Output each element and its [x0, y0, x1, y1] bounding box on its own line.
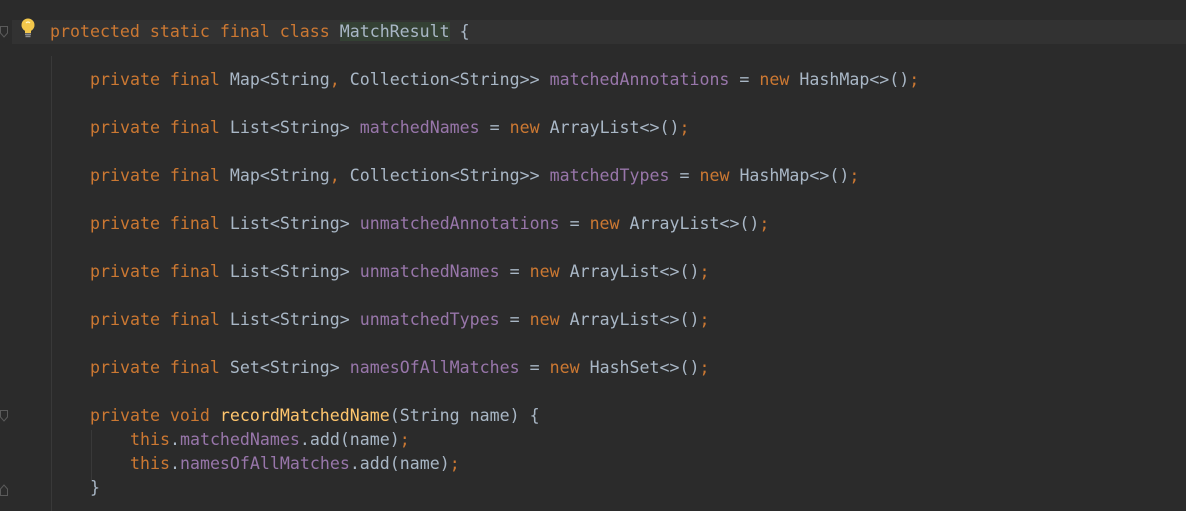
field-name: matchedAnnotations — [549, 70, 730, 89]
field-assign: = — [499, 310, 530, 329]
field-type-comma: , — [329, 70, 340, 89]
field-modifiers: private final — [90, 358, 220, 377]
field-type: List<String> — [229, 310, 350, 329]
field-assign: = — [559, 214, 590, 233]
field-type: Map<String — [229, 70, 330, 89]
indent-guide — [51, 56, 52, 511]
indent-guide — [91, 430, 92, 480]
field-name: unmatchedAnnotations — [359, 214, 560, 233]
editor-gutter — [0, 0, 12, 511]
semicolon: ; — [909, 70, 920, 89]
field-name: unmatchedNames — [359, 262, 500, 281]
field-reference: matchedNames — [179, 430, 300, 449]
field-name: matchedTypes — [549, 166, 670, 185]
field-assign: = — [669, 166, 700, 185]
new-keyword: new — [759, 70, 790, 89]
field-constructor: HashMap<>() — [729, 166, 850, 185]
field-type: List<String> — [229, 118, 350, 137]
method-call: .add(name) — [349, 454, 450, 473]
field-line[interactable]: private final List<String> unmatchedType… — [90, 308, 709, 332]
field-type: Set<String> — [229, 358, 340, 377]
this-keyword: this — [130, 454, 170, 473]
field-name: namesOfAllMatches — [349, 358, 520, 377]
field-constructor: ArrayList<>() — [559, 310, 700, 329]
field-modifiers: private final — [90, 214, 220, 233]
field-line[interactable]: private final List<String> unmatchedName… — [90, 260, 709, 284]
lightbulb-icon[interactable] — [18, 17, 38, 39]
field-modifiers: private final — [90, 262, 220, 281]
method-body-line[interactable]: this.namesOfAllMatches.add(name); — [130, 452, 460, 476]
field-line[interactable]: private final Map<String, Collection<Str… — [90, 164, 859, 188]
new-keyword: new — [699, 166, 730, 185]
field-assign: = — [479, 118, 510, 137]
field-constructor: ArrayList<>() — [559, 262, 700, 281]
field-assign: = — [519, 358, 550, 377]
class-modifiers: protected static final class — [50, 22, 330, 41]
field-type-comma: , — [329, 166, 340, 185]
field-constructor: HashSet<>() — [579, 358, 700, 377]
field-modifiers: private final — [90, 166, 220, 185]
semicolon: ; — [759, 214, 770, 233]
method-close-line[interactable]: } — [90, 476, 100, 500]
semicolon: ; — [399, 430, 410, 449]
dot: . — [169, 454, 180, 473]
field-constructor: ArrayList<>() — [539, 118, 680, 137]
field-name: unmatchedTypes — [359, 310, 500, 329]
field-modifiers: private final — [90, 70, 220, 89]
field-type-rest: Collection<String>> — [339, 70, 540, 89]
field-line[interactable]: private final Set<String> namesOfAllMatc… — [90, 356, 709, 380]
fold-marker-icon[interactable] — [0, 410, 8, 422]
semicolon: ; — [679, 118, 690, 137]
semicolon: ; — [449, 454, 460, 473]
new-keyword: new — [589, 214, 620, 233]
field-type-rest: Collection<String>> — [339, 166, 540, 185]
method-body-line[interactable]: this.matchedNames.add(name); — [130, 428, 410, 452]
method-modifiers: private void — [90, 406, 210, 425]
semicolon: ; — [699, 310, 710, 329]
field-line[interactable]: private final List<String> unmatchedAnno… — [90, 212, 769, 236]
field-type: List<String> — [229, 214, 350, 233]
dot: . — [169, 430, 180, 449]
field-modifiers: private final — [90, 310, 220, 329]
class-declaration-line[interactable]: protected static final class MatchResult… — [50, 20, 470, 44]
method-declaration-line[interactable]: private void recordMatchedName(String na… — [90, 404, 540, 428]
this-keyword: this — [130, 430, 170, 449]
field-line[interactable]: private final List<String> matchedNames … — [90, 116, 690, 140]
semicolon: ; — [699, 262, 710, 281]
field-constructor: HashMap<>() — [789, 70, 910, 89]
field-type: List<String> — [229, 262, 350, 281]
new-keyword: new — [529, 262, 560, 281]
class-name: MatchResult — [339, 22, 450, 41]
fold-marker-icon[interactable] — [0, 484, 8, 496]
close-brace: } — [90, 478, 100, 497]
field-modifiers: private final — [90, 118, 220, 137]
field-assign: = — [729, 70, 760, 89]
field-name: matchedNames — [359, 118, 480, 137]
field-type: Map<String — [229, 166, 330, 185]
method-call: .add(name) — [299, 430, 400, 449]
new-keyword: new — [509, 118, 540, 137]
method-params: (String name) { — [389, 406, 540, 425]
new-keyword: new — [529, 310, 560, 329]
new-keyword: new — [549, 358, 580, 377]
field-line[interactable]: private final Map<String, Collection<Str… — [90, 68, 919, 92]
field-constructor: ArrayList<>() — [619, 214, 760, 233]
class-open-brace: { — [449, 22, 470, 41]
semicolon: ; — [849, 166, 860, 185]
fold-marker-icon[interactable] — [0, 26, 8, 38]
field-reference: namesOfAllMatches — [179, 454, 350, 473]
field-assign: = — [499, 262, 530, 281]
code-editor[interactable]: protected static final class MatchResult… — [0, 0, 1186, 511]
semicolon: ; — [699, 358, 710, 377]
method-name: recordMatchedName — [219, 406, 390, 425]
